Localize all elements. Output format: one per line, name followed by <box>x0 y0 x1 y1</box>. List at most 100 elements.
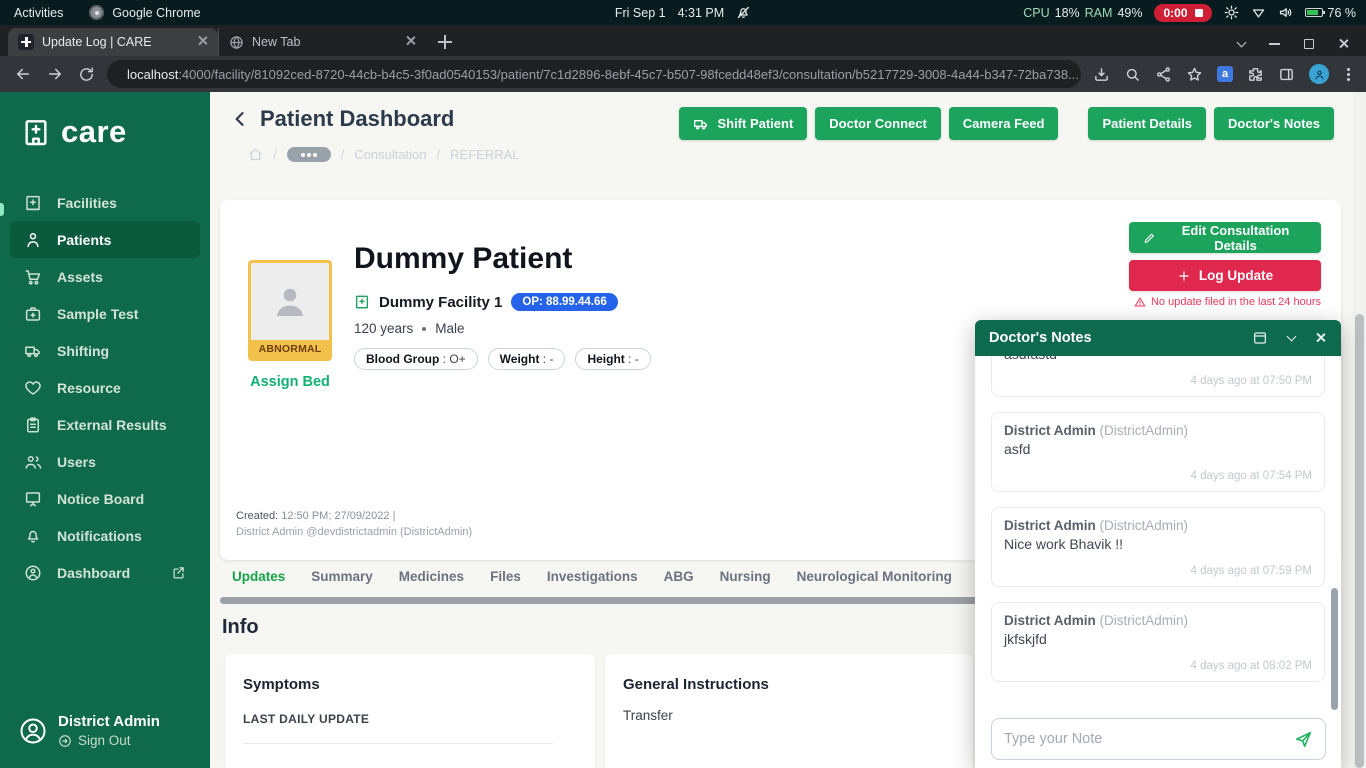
extensions-icon[interactable] <box>1247 66 1264 83</box>
collapse-chevron-icon[interactable] <box>1287 332 1297 342</box>
window-close-button[interactable] <box>1338 38 1350 50</box>
patient-details-button[interactable]: Patient Details <box>1088 107 1206 140</box>
doctors-notes-button[interactable]: Doctor's Notes <box>1214 107 1334 140</box>
clock-menu[interactable]: Fri Sep 1 4:31 PM <box>615 5 751 20</box>
minimize-button[interactable] <box>1269 43 1280 45</box>
assign-bed-link[interactable]: Assign Bed <box>248 374 332 390</box>
browser-tab-care[interactable]: Update Log | CARE <box>8 28 218 56</box>
camera-feed-button[interactable]: Camera Feed <box>949 107 1059 140</box>
share-icon[interactable] <box>1155 66 1172 83</box>
bookmark-star-icon[interactable] <box>1186 66 1203 83</box>
note-input[interactable] <box>1004 731 1294 747</box>
note-message: District Admin (DistrictAdmin) asfd 4 da… <box>991 412 1325 492</box>
sidebar-item-external-results[interactable]: External Results <box>0 406 210 443</box>
back-button[interactable] <box>14 65 32 83</box>
notifications-muted-icon <box>736 5 751 20</box>
forward-button[interactable] <box>46 65 64 83</box>
breadcrumb-ellipsis[interactable] <box>287 147 331 162</box>
sidebar-item-patients[interactable]: Patients <box>10 221 200 258</box>
maximize-button[interactable] <box>1304 39 1314 49</box>
pencil-icon <box>1143 231 1156 245</box>
screen: Activities Google Chrome Fri Sep 1 4:31 … <box>0 0 1366 768</box>
patient-avatar: ABNORMAL <box>248 260 332 361</box>
profile-avatar[interactable] <box>1309 64 1329 84</box>
url-host: localhost <box>127 67 178 82</box>
tab-close-button[interactable] <box>197 35 208 49</box>
sidebar-item-sample-test[interactable]: Sample Test <box>0 295 210 332</box>
general-instructions-card: General Instructions Transfer <box>605 654 973 768</box>
log-update-button[interactable]: Log Update <box>1129 260 1321 291</box>
users-icon <box>24 453 42 471</box>
sidebar-nav: Facilities Patients Assets Sample Test S… <box>0 184 210 591</box>
shift-patient-button[interactable]: Shift Patient <box>679 107 807 140</box>
notes-scrollbar-thumb[interactable] <box>1331 588 1338 710</box>
symptoms-card: Symptoms LAST DAILY UPDATE <box>225 654 595 768</box>
menu-dots-icon[interactable] <box>1347 73 1350 76</box>
breadcrumb-consultation[interactable]: Consultation <box>354 147 426 162</box>
page-scrollbar-thumb[interactable] <box>1355 314 1364 768</box>
page-title: Patient Dashboard <box>260 106 454 132</box>
screen-recording-indicator[interactable]: 0:00 <box>1154 4 1211 22</box>
translate-icon[interactable]: a <box>1217 66 1233 82</box>
blood-group-badge: Blood Group : O+ <box>354 348 478 370</box>
sidebar-item-users[interactable]: Users <box>0 443 210 480</box>
sign-out-button[interactable]: Sign Out <box>58 733 160 748</box>
hospital-icon <box>24 194 42 212</box>
date-label: Fri Sep 1 <box>615 6 666 20</box>
patient-age: 120 years <box>354 321 413 336</box>
tab-summary[interactable]: Summary <box>311 569 373 584</box>
focused-app-menu[interactable]: Google Chrome <box>89 5 200 20</box>
ambulance-icon <box>693 116 709 132</box>
patient-name: Dummy Patient <box>354 242 572 276</box>
patient-sex: Male <box>435 321 464 336</box>
care-logo[interactable]: care <box>0 92 210 150</box>
doctors-notes-title: Doctor's Notes <box>989 330 1092 346</box>
tab-updates[interactable]: Updates <box>232 569 285 584</box>
back-chevron-icon[interactable] <box>230 109 250 129</box>
home-icon[interactable] <box>248 147 263 162</box>
side-panel-icon[interactable] <box>1278 66 1295 83</box>
zoom-icon[interactable] <box>1124 66 1141 83</box>
tab-investigations[interactable]: Investigations <box>547 569 638 584</box>
edit-consultation-button[interactable]: Edit Consultation Details <box>1129 222 1321 253</box>
status-badge: ABNORMAL <box>251 340 329 358</box>
activities-button[interactable]: Activities <box>14 6 63 20</box>
sidebar-item-assets[interactable]: Assets <box>0 258 210 295</box>
sidebar-item-facilities[interactable]: Facilities <box>0 184 210 221</box>
warning-icon <box>1134 296 1146 308</box>
notes-message-list: asdfastd 4 days ago at 07:50 PM District… <box>975 356 1341 710</box>
new-tab-button[interactable] <box>438 35 452 49</box>
volume-icon <box>1278 5 1293 20</box>
address-bar[interactable]: localhost:4000/facility/81092ced-8720-44… <box>107 60 1081 88</box>
consultation-created-info: Created: 12:50 PM; 27/09/2022 | District… <box>236 508 472 540</box>
tab-nursing[interactable]: Nursing <box>720 569 771 584</box>
tab-neurological-monitoring[interactable]: Neurological Monitoring <box>797 569 952 584</box>
download-icon[interactable] <box>1093 66 1110 83</box>
plus-icon <box>1177 269 1191 283</box>
tab-search-chevron-icon[interactable] <box>1237 37 1247 47</box>
system-tray[interactable]: CPU18% RAM49% 0:00 76 % <box>1023 4 1356 22</box>
page-scrollbar[interactable] <box>1353 92 1366 768</box>
doctors-notes-header[interactable]: Doctor's Notes <box>975 320 1341 356</box>
send-icon[interactable] <box>1294 730 1313 749</box>
care-favicon-icon <box>18 34 34 50</box>
tab-medicines[interactable]: Medicines <box>399 569 464 584</box>
browser-tab-newtab[interactable]: New Tab <box>218 28 426 56</box>
sidebar-item-notice-board[interactable]: Notice Board <box>0 480 210 517</box>
sidebar-item-dashboard[interactable]: Dashboard <box>0 554 210 591</box>
close-notes-icon[interactable] <box>1315 332 1327 344</box>
sidebar-item-shifting[interactable]: Shifting <box>0 332 210 369</box>
tab-files[interactable]: Files <box>490 569 521 584</box>
tab-close-button[interactable] <box>405 35 416 49</box>
sidebar-item-resource[interactable]: Resource <box>0 369 210 406</box>
tab-abg[interactable]: ABG <box>664 569 694 584</box>
tab-strip: Update Log | CARE New Tab <box>0 25 1366 56</box>
reload-button[interactable] <box>78 66 95 83</box>
doctor-connect-button[interactable]: Doctor Connect <box>815 107 941 140</box>
cpu-ram-monitor: CPU18% RAM49% <box>1023 6 1142 20</box>
sidebar-item-notifications[interactable]: Notifications <box>0 517 210 554</box>
update-warning: No update filed in the last 24 hours <box>1134 296 1321 308</box>
divider <box>243 743 553 744</box>
user-avatar-icon <box>18 716 48 746</box>
popout-window-icon[interactable] <box>1252 330 1268 346</box>
